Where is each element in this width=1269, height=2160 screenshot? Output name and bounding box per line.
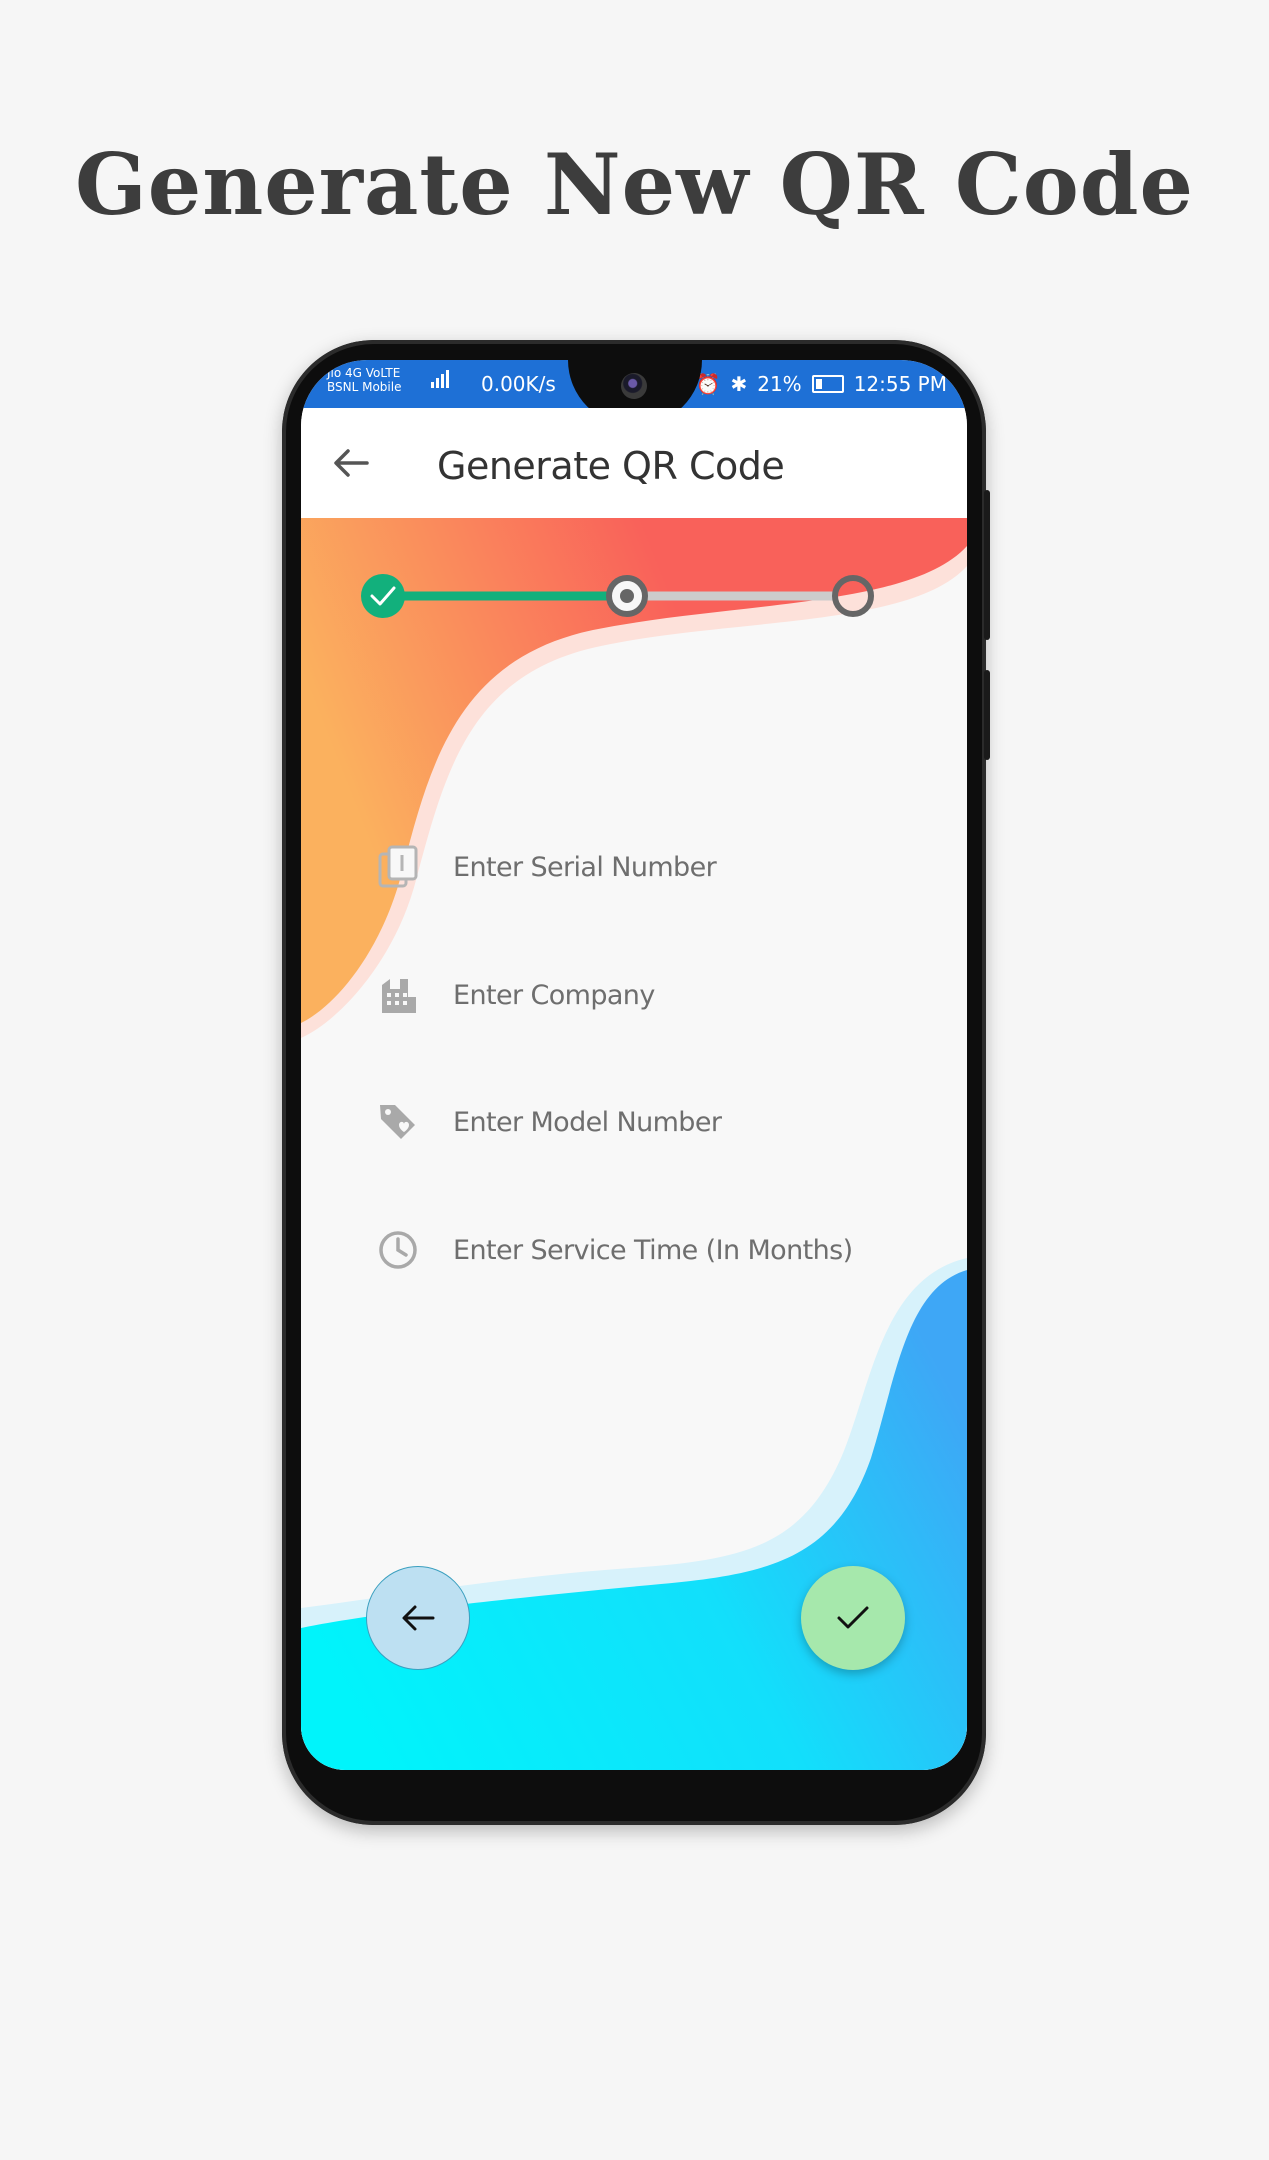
model-number-placeholder: Enter Model Number xyxy=(453,1106,722,1138)
step-current xyxy=(606,575,648,617)
step-pending xyxy=(832,575,874,617)
carrier-line-2: BSNL Mobile xyxy=(327,380,402,394)
step-completed xyxy=(361,574,405,618)
clock-time: 12:55 PM xyxy=(853,372,947,396)
network-speed: 0.00K/s xyxy=(481,372,556,396)
volume-button xyxy=(984,490,990,640)
progress-stepper xyxy=(361,574,874,618)
front-camera-icon xyxy=(621,373,647,399)
app-bar: Generate QR Code xyxy=(301,408,967,518)
company-placeholder: Enter Company xyxy=(453,979,655,1011)
company-field[interactable]: Enter Company xyxy=(375,965,935,1025)
confirm-step-button[interactable] xyxy=(801,1566,905,1670)
signal-icon xyxy=(431,370,449,388)
tag-heart-icon xyxy=(375,1099,421,1145)
app-title: Generate QR Code xyxy=(437,444,785,488)
promo-headline: Generate New QR Code xyxy=(75,135,1194,234)
arrow-left-icon xyxy=(402,1605,435,1631)
phone-frame: Jio 4G VoLTE BSNL Mobile 0.00K/s ⏰ ✱ 21%… xyxy=(282,340,990,1825)
bluetooth-icon: ✱ xyxy=(730,372,748,396)
building-icon xyxy=(375,972,421,1018)
service-time-placeholder: Enter Service Time (In Months) xyxy=(453,1234,853,1266)
previous-step-button[interactable] xyxy=(366,1566,470,1670)
checkmark-icon xyxy=(837,1606,869,1629)
service-time-field[interactable]: Enter Service Time (In Months) xyxy=(375,1220,935,1280)
carrier-line-1: Jio 4G VoLTE xyxy=(327,366,401,380)
power-button xyxy=(984,670,990,760)
carrier-info: Jio 4G VoLTE BSNL Mobile xyxy=(327,366,401,394)
back-arrow-icon[interactable] xyxy=(331,446,371,480)
phone-screen: Jio 4G VoLTE BSNL Mobile 0.00K/s ⏰ ✱ 21%… xyxy=(301,360,967,1770)
battery-percent: 21% xyxy=(757,372,802,396)
status-right: ⏰ ✱ 21% 12:55 PM xyxy=(696,372,947,396)
battery-icon xyxy=(811,375,844,393)
serial-number-icon xyxy=(375,844,421,890)
model-number-field[interactable]: Enter Model Number xyxy=(375,1092,935,1152)
clock-icon xyxy=(375,1227,421,1273)
serial-number-field[interactable]: Enter Serial Number xyxy=(375,837,935,897)
serial-number-placeholder: Enter Serial Number xyxy=(453,851,717,883)
